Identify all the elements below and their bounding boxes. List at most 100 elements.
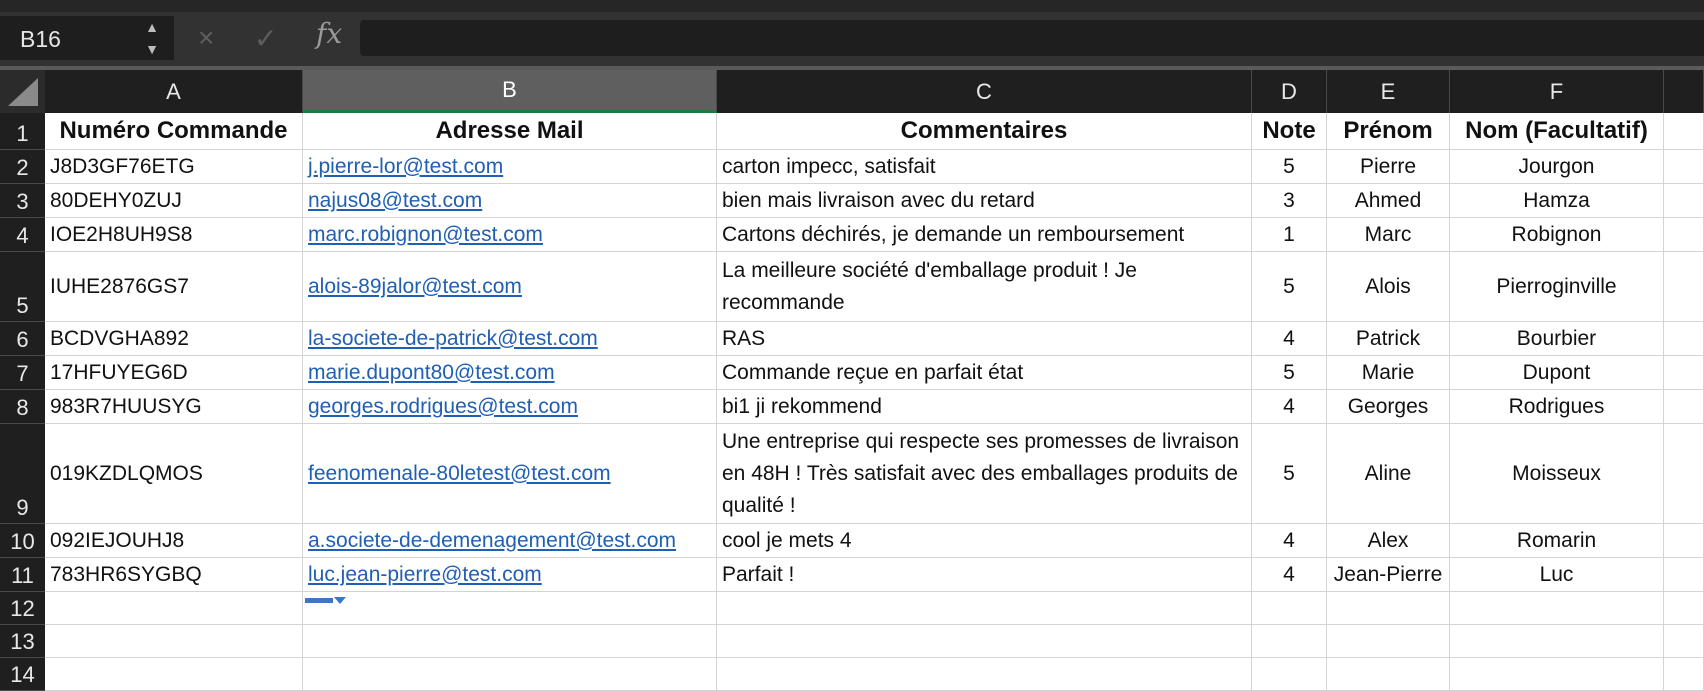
empty-cell[interactable]: [1664, 322, 1704, 356]
last-name-cell[interactable]: Luc: [1450, 558, 1664, 592]
first-name-cell[interactable]: Pierre: [1327, 150, 1450, 184]
fill-handle[interactable]: [305, 598, 333, 603]
comment-cell[interactable]: Parfait !: [717, 558, 1252, 592]
row-header[interactable]: 11: [0, 558, 45, 592]
comment-cell[interactable]: bien mais livraison avec du retard: [717, 184, 1252, 218]
rating-cell[interactable]: 5: [1252, 150, 1327, 184]
empty-cell[interactable]: [1450, 658, 1664, 691]
rating-cell[interactable]: 4: [1252, 390, 1327, 424]
rating-cell[interactable]: 4: [1252, 558, 1327, 592]
header-cell[interactable]: Prénom: [1327, 113, 1450, 150]
last-name-cell[interactable]: Moisseux: [1450, 424, 1664, 524]
row-header[interactable]: 3: [0, 184, 45, 218]
empty-cell[interactable]: [1327, 592, 1450, 625]
comment-cell[interactable]: cool je mets 4: [717, 524, 1252, 558]
last-name-cell[interactable]: Jourgon: [1450, 150, 1664, 184]
empty-cell[interactable]: [45, 658, 303, 691]
first-name-cell[interactable]: Patrick: [1327, 322, 1450, 356]
empty-cell[interactable]: [1664, 252, 1704, 322]
empty-cell[interactable]: [1664, 592, 1704, 625]
rating-cell[interactable]: 5: [1252, 356, 1327, 390]
email-cell[interactable]: marie.dupont80@test.com: [303, 356, 717, 390]
row-header[interactable]: 8: [0, 390, 45, 424]
comment-cell[interactable]: Cartons déchirés, je demande un rembours…: [717, 218, 1252, 252]
empty-cell[interactable]: [1252, 658, 1327, 691]
row-header[interactable]: 14: [0, 658, 45, 691]
order-number-cell[interactable]: J8D3GF76ETG: [45, 150, 303, 184]
empty-cell[interactable]: [717, 625, 1252, 658]
row-header[interactable]: 13: [0, 625, 45, 658]
order-number-cell[interactable]: IUHE2876GS7: [45, 252, 303, 322]
email-cell[interactable]: luc.jean-pierre@test.com: [303, 558, 717, 592]
comment-cell[interactable]: RAS: [717, 322, 1252, 356]
email-cell[interactable]: najus08@test.com: [303, 184, 717, 218]
empty-cell[interactable]: [303, 658, 717, 691]
order-number-cell[interactable]: 983R7HUUSYG: [45, 390, 303, 424]
autofill-options-icon[interactable]: [334, 597, 346, 604]
first-name-cell[interactable]: Ahmed: [1327, 184, 1450, 218]
email-cell[interactable]: alois-89jalor@test.com: [303, 252, 717, 322]
row-header[interactable]: 2: [0, 150, 45, 184]
confirm-icon[interactable]: ✓: [254, 22, 277, 55]
first-name-cell[interactable]: Aline: [1327, 424, 1450, 524]
empty-cell[interactable]: [1664, 558, 1704, 592]
first-name-cell[interactable]: Marc: [1327, 218, 1450, 252]
empty-cell[interactable]: [1664, 424, 1704, 524]
column-header-g[interactable]: [1664, 70, 1704, 113]
comment-cell[interactable]: bi1 ji rekommend: [717, 390, 1252, 424]
email-cell[interactable]: georges.rodrigues@test.com: [303, 390, 717, 424]
empty-cell[interactable]: [1664, 390, 1704, 424]
empty-cell[interactable]: [1664, 356, 1704, 390]
last-name-cell[interactable]: Robignon: [1450, 218, 1664, 252]
column-header-f[interactable]: F: [1450, 70, 1664, 113]
rating-cell[interactable]: 5: [1252, 424, 1327, 524]
comment-cell[interactable]: Une entreprise qui respecte ses promesse…: [717, 424, 1252, 524]
email-cell[interactable]: marc.robignon@test.com: [303, 218, 717, 252]
row-header[interactable]: 7: [0, 356, 45, 390]
cancel-icon[interactable]: ×: [198, 22, 214, 54]
empty-cell[interactable]: [1450, 592, 1664, 625]
first-name-cell[interactable]: Alois: [1327, 252, 1450, 322]
empty-cell[interactable]: [1252, 592, 1327, 625]
empty-cell[interactable]: [1327, 658, 1450, 691]
first-name-cell[interactable]: Alex: [1327, 524, 1450, 558]
row-header[interactable]: 6: [0, 322, 45, 356]
rating-cell[interactable]: 1: [1252, 218, 1327, 252]
empty-cell[interactable]: [717, 592, 1252, 625]
function-icon[interactable]: fx: [316, 17, 342, 50]
empty-cell[interactable]: [1664, 113, 1704, 150]
column-header-c[interactable]: C: [717, 70, 1252, 113]
empty-cell[interactable]: [1664, 625, 1704, 658]
last-name-cell[interactable]: Pierroginville: [1450, 252, 1664, 322]
row-header[interactable]: 9: [0, 424, 45, 524]
last-name-cell[interactable]: Bourbier: [1450, 322, 1664, 356]
row-header[interactable]: 10: [0, 524, 45, 558]
header-cell[interactable]: Numéro Commande: [45, 113, 303, 150]
empty-cell[interactable]: [1664, 184, 1704, 218]
email-cell[interactable]: j.pierre-lor@test.com: [303, 150, 717, 184]
empty-cell[interactable]: [1664, 524, 1704, 558]
email-cell[interactable]: feenomenale-80letest@test.com: [303, 424, 717, 524]
email-cell[interactable]: la-societe-de-patrick@test.com: [303, 322, 717, 356]
header-cell[interactable]: Adresse Mail: [303, 113, 717, 150]
rating-cell[interactable]: 5: [1252, 252, 1327, 322]
first-name-cell[interactable]: Georges: [1327, 390, 1450, 424]
row-header[interactable]: 1: [0, 113, 45, 150]
last-name-cell[interactable]: Romarin: [1450, 524, 1664, 558]
rating-cell[interactable]: 4: [1252, 322, 1327, 356]
order-number-cell[interactable]: 17HFUYEG6D: [45, 356, 303, 390]
chevron-up-icon[interactable]: ▲: [140, 16, 164, 38]
chevron-down-icon[interactable]: ▼: [140, 38, 164, 60]
column-header-d[interactable]: D: [1252, 70, 1327, 113]
select-all-button[interactable]: [0, 70, 46, 113]
empty-cell[interactable]: [45, 592, 303, 625]
order-number-cell[interactable]: BCDVGHA892: [45, 322, 303, 356]
order-number-cell[interactable]: 092IEJOUHJ8: [45, 524, 303, 558]
empty-cell[interactable]: [1664, 658, 1704, 691]
empty-cell[interactable]: [303, 625, 717, 658]
last-name-cell[interactable]: Hamza: [1450, 184, 1664, 218]
name-box-stepper[interactable]: ▲ ▼: [140, 16, 164, 60]
first-name-cell[interactable]: Marie: [1327, 356, 1450, 390]
row-header[interactable]: 5: [0, 252, 45, 322]
empty-cell[interactable]: [717, 658, 1252, 691]
